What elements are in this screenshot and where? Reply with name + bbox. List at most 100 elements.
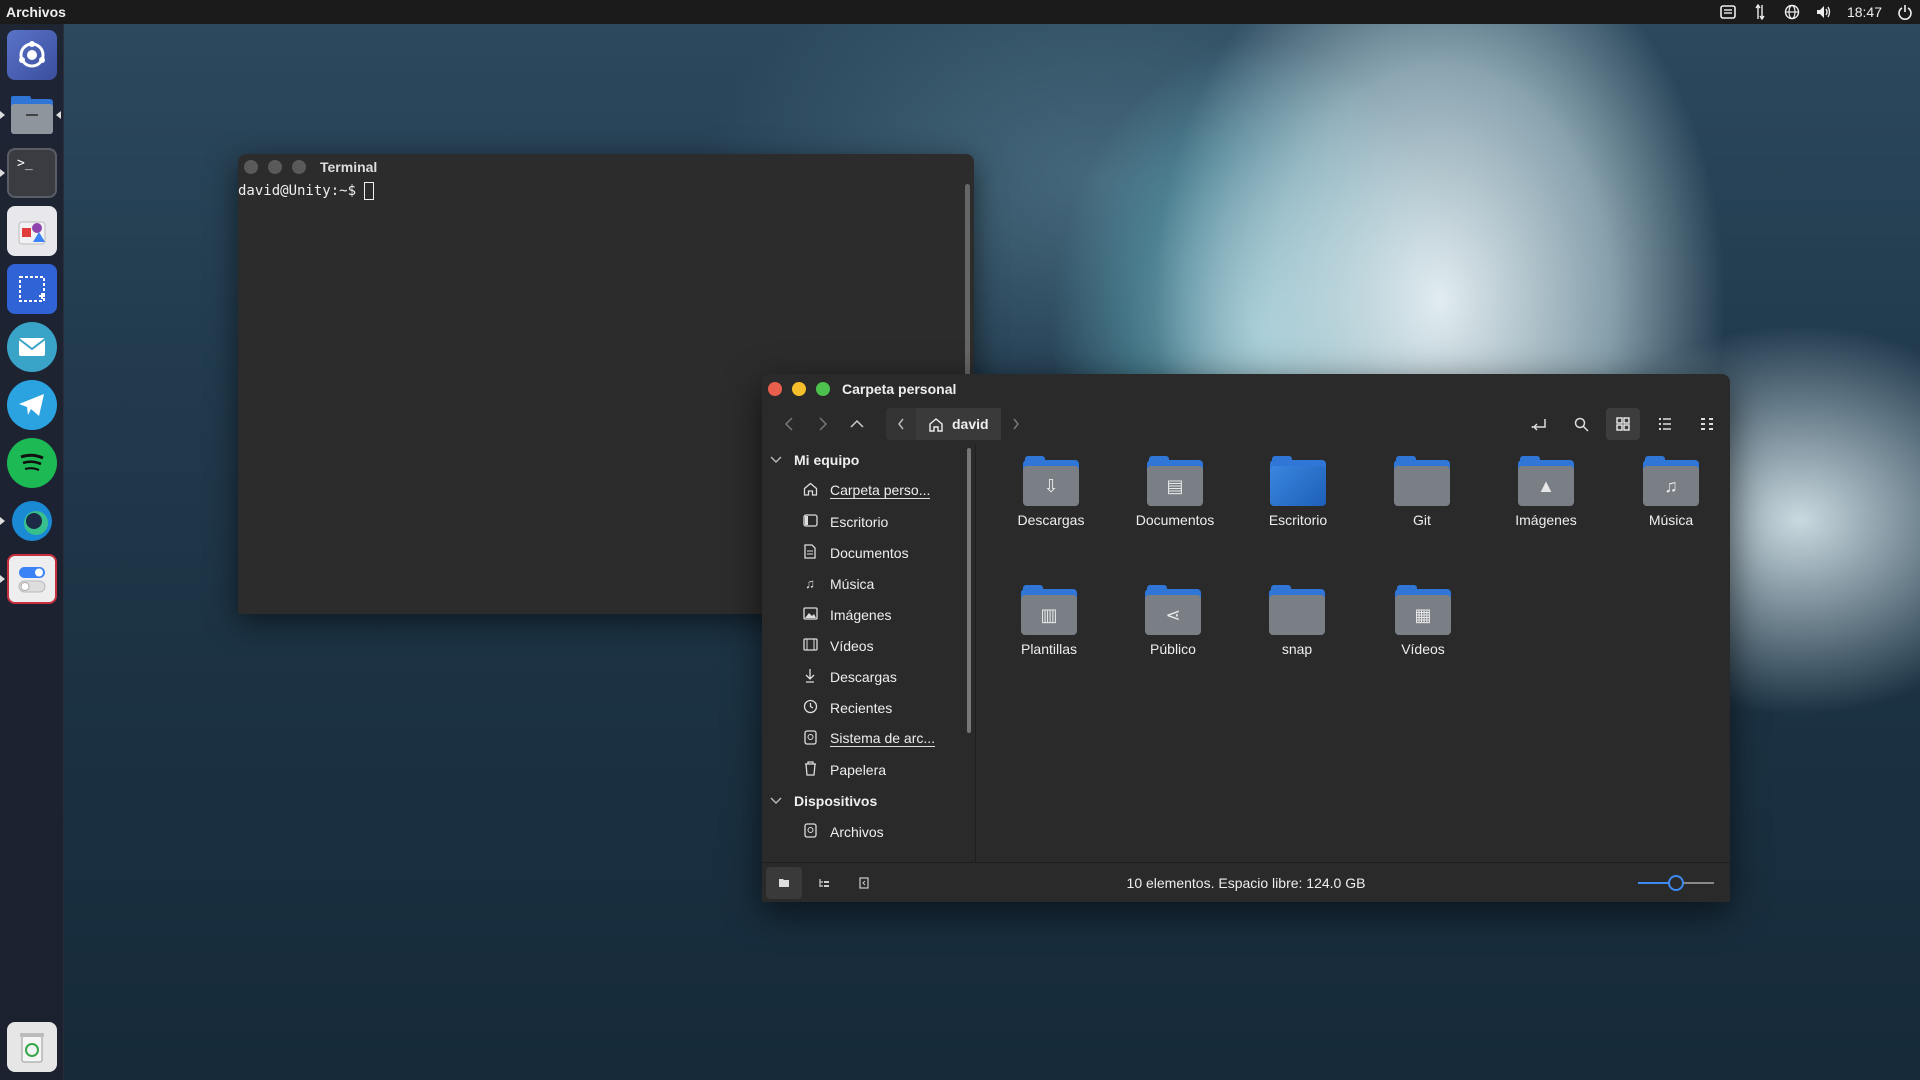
- maximize-button[interactable]: [816, 382, 830, 396]
- files-launcher-button[interactable]: [7, 90, 57, 140]
- music-icon: ♫: [805, 576, 815, 591]
- template-icon: ▥: [1021, 585, 1077, 635]
- folder-label: Vídeos: [1401, 641, 1445, 657]
- settings-launcher-button[interactable]: [7, 554, 57, 604]
- folder-publico[interactable]: ⋖ Público: [1118, 585, 1228, 657]
- breadcrumb-label: david: [952, 416, 989, 432]
- folder-icon: [1394, 456, 1450, 506]
- compact-view-icon: [1701, 418, 1713, 430]
- sidebar-item-label: Documentos: [830, 544, 909, 561]
- sidebar-scrollbar[interactable]: [967, 448, 971, 733]
- mail-launcher-button[interactable]: [7, 322, 57, 372]
- files-focus-indicator: [56, 111, 61, 119]
- screenshot-launcher-button[interactable]: [7, 264, 57, 314]
- video-icon: [802, 637, 818, 654]
- sidebar-item-label: Vídeos: [830, 637, 874, 654]
- sidebar-item-recientes[interactable]: Recientes: [762, 692, 975, 723]
- terminal-titlebar[interactable]: Terminal: [238, 154, 974, 180]
- sidebar-item-escritorio[interactable]: Escritorio: [762, 506, 975, 537]
- terminal-prompt: david@Unity:~$: [238, 183, 357, 199]
- zoom-slider[interactable]: [1638, 875, 1714, 891]
- folder-videos[interactable]: ▦ Vídeos: [1368, 585, 1478, 657]
- volume-icon[interactable]: [1815, 3, 1833, 21]
- location-entry-button[interactable]: [1522, 408, 1556, 440]
- folder-snap[interactable]: snap: [1242, 585, 1352, 657]
- folder-label: Descargas: [1017, 512, 1085, 528]
- terminal-close-button[interactable]: [244, 160, 258, 174]
- spotify-launcher-button[interactable]: [7, 438, 57, 488]
- folder-label: Git: [1413, 512, 1431, 528]
- terminal-minimize-button[interactable]: [268, 160, 282, 174]
- folder-label: Plantillas: [1020, 641, 1078, 657]
- sidebar-item-papelera[interactable]: Papelera: [762, 754, 975, 785]
- back-button[interactable]: [772, 408, 806, 440]
- grid-view-button[interactable]: [1606, 408, 1640, 440]
- unity-home-button[interactable]: [7, 30, 57, 80]
- trash-launcher-button[interactable]: [7, 1022, 57, 1072]
- software-center-launcher-button[interactable]: [7, 206, 57, 256]
- messages-icon[interactable]: [1719, 3, 1737, 21]
- zoom-slider-handle[interactable]: [1668, 875, 1684, 891]
- path-scroll-left-button[interactable]: [886, 408, 916, 440]
- sidebar-item-label: Escritorio: [830, 513, 889, 530]
- telegram-launcher-button[interactable]: [7, 380, 57, 430]
- sidebar-item-label: Carpeta perso...: [830, 481, 931, 499]
- folder-plantillas[interactable]: ▥ Plantillas: [994, 585, 1104, 657]
- folder-imagenes[interactable]: ▲ Imágenes: [1491, 456, 1601, 528]
- terminal-output[interactable]: david@Unity:~$: [238, 180, 974, 200]
- minimize-button[interactable]: [792, 382, 806, 396]
- edge-browser-icon: [12, 501, 52, 541]
- top-panel: Archivos 18:47: [0, 0, 1920, 24]
- sidebar-item-videos[interactable]: Vídeos: [762, 630, 975, 661]
- file-grid: ⇩ Descargas ▤ Documentos Escritorio Git …: [976, 444, 1730, 862]
- network-icon[interactable]: [1751, 3, 1769, 21]
- folder-label: Imágenes: [1515, 512, 1577, 528]
- file-manager-titlebar[interactable]: Carpeta personal: [762, 374, 1730, 404]
- terminal-cursor: [364, 182, 375, 200]
- edge-launcher-button[interactable]: [7, 496, 57, 546]
- file-manager-window[interactable]: Carpeta personal david Mi equipo Carpeta…: [762, 374, 1730, 902]
- compact-view-button[interactable]: [1690, 408, 1724, 440]
- window-title: Carpeta personal: [842, 381, 957, 397]
- document-icon: [802, 543, 818, 562]
- terminal-scrollbar[interactable]: [965, 184, 970, 404]
- search-button[interactable]: [1564, 408, 1598, 440]
- sidebar-item-descargas[interactable]: Descargas: [762, 661, 975, 692]
- list-view-button[interactable]: [1648, 408, 1682, 440]
- toolbar: david: [762, 404, 1730, 444]
- sidebar-item-sistema-de-archivos[interactable]: Sistema de arc...: [762, 723, 975, 754]
- sidebar-section-dispositivos[interactable]: Dispositivos: [762, 785, 975, 816]
- breadcrumb-home[interactable]: david: [916, 408, 1001, 440]
- drive-icon: [802, 822, 818, 841]
- sidebar-item-archivos-device[interactable]: Archivos: [762, 816, 975, 847]
- view-controls: [1522, 408, 1724, 440]
- home-icon: [802, 482, 818, 499]
- path-scroll-right-button[interactable]: [1001, 408, 1031, 440]
- chevron-right-icon: [1012, 418, 1019, 430]
- folder-icon: [1269, 585, 1325, 635]
- telegram-icon: [19, 394, 44, 416]
- folder-documentos[interactable]: ▤ Documentos: [1120, 456, 1230, 528]
- terminal-maximize-button[interactable]: [292, 160, 306, 174]
- power-icon[interactable]: [1896, 3, 1914, 21]
- parent-folder-button[interactable]: [840, 408, 874, 440]
- chevron-down-icon: [770, 797, 782, 804]
- forward-button[interactable]: [806, 408, 840, 440]
- sidebar-item-home[interactable]: Carpeta perso...: [762, 475, 975, 506]
- sidebar-item-documentos[interactable]: Documentos: [762, 537, 975, 568]
- folder-git[interactable]: Git: [1367, 456, 1477, 528]
- chevron-down-icon: [770, 456, 782, 463]
- desktop-icon: [1270, 456, 1326, 506]
- clock[interactable]: 18:47: [1847, 4, 1882, 20]
- active-app-title[interactable]: Archivos: [6, 4, 66, 20]
- sidebar-item-musica[interactable]: ♫ Música: [762, 568, 975, 599]
- globe-icon[interactable]: [1783, 3, 1801, 21]
- folder-descargas[interactable]: ⇩ Descargas: [996, 456, 1106, 528]
- sidebar-item-imagenes[interactable]: Imágenes: [762, 599, 975, 630]
- close-button[interactable]: [768, 382, 782, 396]
- folder-musica[interactable]: ♫ Música: [1616, 456, 1726, 528]
- terminal-launcher-button[interactable]: >_: [7, 148, 57, 198]
- folder-escritorio[interactable]: Escritorio: [1243, 456, 1353, 528]
- launcher: >_: [0, 24, 64, 1080]
- sidebar-section-mi-equipo[interactable]: Mi equipo: [762, 444, 975, 475]
